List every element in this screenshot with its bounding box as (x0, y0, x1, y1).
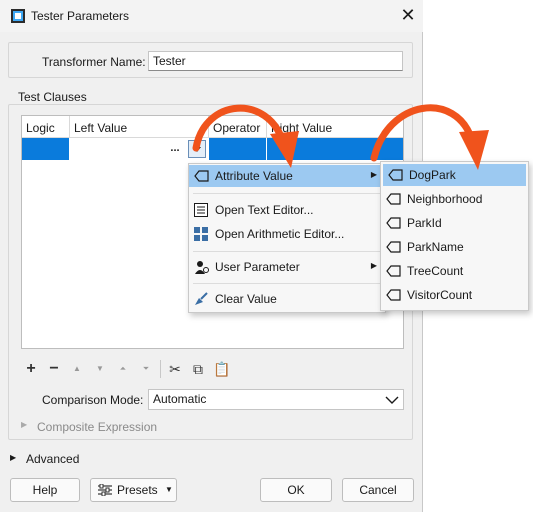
help-button[interactable]: Help (10, 478, 80, 502)
ok-button[interactable]: OK (260, 478, 332, 502)
toolbar-divider (160, 360, 161, 378)
calculator-icon (194, 227, 208, 241)
presets-button[interactable]: Presets ▼ (90, 478, 177, 502)
chevron-down-icon: ▼ (165, 485, 173, 494)
composite-expression-label[interactable]: Composite Expression (37, 420, 157, 434)
attribute-name: TreeCount (407, 264, 464, 278)
move-bottom-icon[interactable]: ⏷ (138, 361, 154, 377)
attribute-name: VisitorCount (407, 288, 473, 302)
menu-item-user-parameter[interactable]: User Parameter ▶ (189, 256, 385, 278)
remove-icon[interactable]: − (46, 361, 62, 377)
left-value-dropdown-button[interactable] (188, 140, 206, 158)
menu-item-label: Open Arithmetic Editor... (215, 227, 345, 241)
sliders-icon (98, 484, 112, 496)
menu-item-open-text-editor[interactable]: Open Text Editor... (189, 199, 385, 221)
menu-item-label: Clear Value (215, 292, 277, 306)
menu-item-attribute-value[interactable]: Attribute Value ▶ (189, 165, 385, 187)
presets-label: Presets (117, 483, 158, 497)
fme-app-icon (11, 9, 25, 23)
chevron-down-icon (385, 396, 399, 404)
attribute-name: Neighborhood (407, 192, 483, 206)
submenu-item-parkname[interactable]: ParkName (381, 236, 528, 258)
move-top-icon[interactable]: ⏶ (115, 361, 131, 377)
user-parameter-icon (195, 261, 209, 274)
cancel-button[interactable]: Cancel (342, 478, 414, 502)
submenu-arrow-icon: ▶ (370, 261, 377, 270)
menu-item-label: User Parameter (215, 260, 300, 274)
context-menu: Attribute Value ▶ Open Text Editor... Op… (188, 163, 386, 313)
move-down-icon[interactable]: ▼ (92, 361, 108, 377)
submenu-item-neighborhood[interactable]: Neighborhood (381, 188, 528, 210)
table-row[interactable]: ... (22, 138, 403, 160)
column-right-value[interactable]: Right Value (271, 121, 332, 135)
attribute-icon (386, 265, 401, 277)
comparison-mode-select[interactable]: Automatic (148, 389, 404, 410)
expand-arrow-icon[interactable]: ▶ (21, 420, 27, 429)
attribute-name: DogPark (409, 168, 456, 182)
table-header: Logic Left Value Operator Right Value (22, 116, 403, 138)
attribute-name: ParkId (407, 216, 442, 230)
menu-separator (193, 283, 381, 284)
close-icon[interactable]: ✕ (399, 5, 417, 25)
logic-cell[interactable] (22, 138, 69, 160)
submenu-item-visitorcount[interactable]: VisitorCount (381, 284, 528, 306)
ellipsis-button[interactable]: ... (167, 143, 183, 157)
advanced-label[interactable]: Advanced (26, 452, 79, 466)
add-icon[interactable]: + (23, 361, 39, 377)
attribute-icon (386, 217, 401, 229)
right-value-cell[interactable] (267, 138, 403, 160)
submenu-item-treecount[interactable]: TreeCount (381, 260, 528, 282)
attribute-icon (386, 241, 401, 253)
transformer-name-input[interactable]: Tester (148, 51, 403, 71)
attribute-name: ParkName (407, 240, 464, 254)
window-title: Tester Parameters (31, 9, 130, 23)
attribute-icon (388, 169, 403, 181)
attribute-submenu: DogPark Neighborhood ParkId ParkName Tre… (380, 161, 529, 311)
submenu-arrow-icon: ▶ (370, 170, 377, 179)
column-logic[interactable]: Logic (26, 121, 55, 135)
cut-icon[interactable]: ✂ (167, 361, 183, 377)
move-up-icon[interactable]: ▲ (69, 361, 85, 377)
menu-item-open-arithmetic-editor[interactable]: Open Arithmetic Editor... (189, 223, 385, 245)
operator-cell[interactable] (209, 138, 266, 160)
broom-icon (195, 292, 208, 305)
menu-item-label: Attribute Value (215, 169, 293, 183)
menu-item-label: Open Text Editor... (215, 203, 314, 217)
submenu-item-dogpark[interactable]: DogPark (383, 164, 526, 186)
transformer-name-label: Transformer Name: (42, 55, 146, 69)
menu-separator (193, 251, 381, 252)
comparison-mode-value: Automatic (153, 392, 207, 406)
menu-separator (193, 193, 381, 194)
comparison-mode-label: Comparison Mode: (42, 393, 144, 407)
attribute-icon (386, 289, 401, 301)
attribute-icon (386, 193, 401, 205)
column-operator[interactable]: Operator (213, 121, 260, 135)
column-left-value[interactable]: Left Value (74, 121, 127, 135)
menu-item-clear-value[interactable]: Clear Value (189, 288, 385, 310)
submenu-item-parkid[interactable]: ParkId (381, 212, 528, 234)
title-bar: Tester Parameters ✕ (0, 0, 423, 32)
paste-icon[interactable]: 📋 (213, 361, 230, 377)
attribute-icon (194, 170, 209, 182)
chevron-down-icon (193, 147, 201, 152)
text-editor-icon (194, 203, 208, 217)
copy-icon[interactable]: ⧉ (190, 361, 206, 377)
expand-arrow-icon[interactable]: ▶ (10, 453, 16, 462)
test-clauses-label: Test Clauses (18, 90, 87, 104)
